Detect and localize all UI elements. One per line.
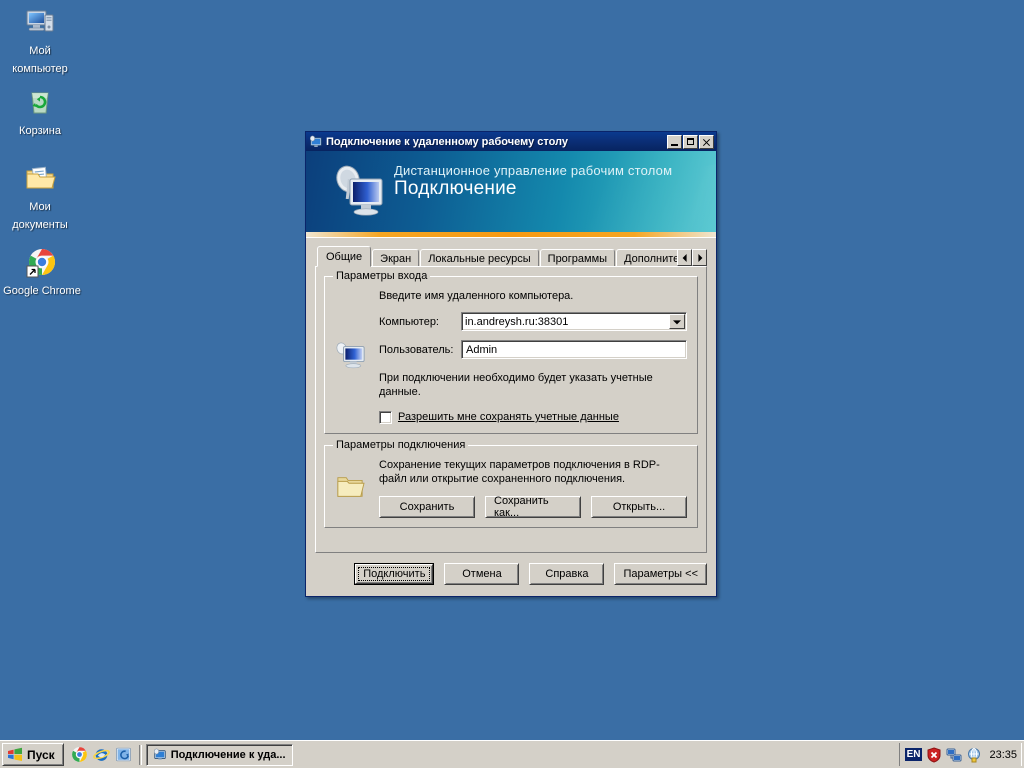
desktop-icon-recycle-bin[interactable]: Корзина (2, 86, 78, 139)
chevron-down-icon[interactable] (669, 314, 685, 329)
options-button[interactable]: Параметры << (614, 563, 707, 585)
tab-scroll-buttons[interactable] (677, 249, 707, 266)
tabstrip[interactable]: Общие Экран Локальные ресурсы Программы … (315, 245, 707, 268)
desktop-icon-google-chrome[interactable]: Google Chrome (2, 246, 82, 299)
desktop-icon-my-computer[interactable]: Мой компьютер (2, 6, 78, 77)
computer-icon (24, 6, 56, 38)
computer-field-row: Компьютер: in.andreysh.ru:38301 (379, 312, 687, 331)
save-button[interactable]: Сохранить (379, 496, 475, 518)
system-tray-app-icon[interactable] (966, 747, 982, 763)
windows-flag-icon (7, 747, 23, 762)
logon-instruction: Введите имя удаленного компьютера. (379, 290, 574, 302)
tab-general[interactable]: Общие (317, 246, 372, 267)
dialog-banner: Дистанционное управление рабочим столом … (306, 151, 716, 232)
computer-label: Компьютер: (379, 315, 439, 328)
remote-desktop-icon (153, 748, 167, 762)
language-indicator[interactable]: EN (904, 748, 923, 761)
help-button[interactable]: Справка (529, 563, 605, 585)
taskbar[interactable]: Пуск Подключение к уда... EN 23:35 (0, 740, 1024, 768)
minimize-icon[interactable] (667, 134, 682, 149)
desktop-icon-label: Корзина (19, 125, 61, 137)
connection-buttons: Сохранить Сохранить как... Открыть... (379, 495, 687, 519)
system-tray[interactable]: EN 23:35 (898, 743, 1022, 766)
logon-settings-group: Параметры входа Введите имя удаленного к… (324, 270, 698, 434)
scroll-right-arrow[interactable] (692, 249, 707, 266)
close-icon[interactable] (699, 134, 714, 149)
banner-subtitle: Дистанционное управление рабочим столом (394, 163, 673, 178)
connect-button[interactable]: Подключить (354, 563, 435, 585)
computer-input[interactable]: in.andreysh.ru:38301 (465, 316, 669, 328)
user-field-row: Пользователь: Admin (379, 340, 687, 359)
remote-desktop-connection-dialog[interactable]: Подключение к удаленному рабочему столу (305, 131, 717, 597)
dialog-footer: Подключить Отмена Справка Параметры << (306, 553, 716, 596)
network-connection-icon[interactable] (946, 747, 962, 763)
folder-icon (335, 476, 365, 505)
task-button-label: Подключение к уда... (170, 748, 286, 761)
quick-launch-chrome[interactable] (71, 746, 88, 763)
taskbar-separator (138, 744, 142, 765)
dialog-titlebar[interactable]: Подключение к удаленному рабочему столу (306, 132, 716, 151)
save-credentials-checkbox[interactable] (379, 410, 392, 424)
tab-panel-general: Параметры входа Введите имя удаленного к… (315, 266, 707, 553)
logon-settings-title: Параметры входа (333, 270, 431, 282)
quick-launch-bar[interactable] (64, 746, 137, 763)
scroll-left-arrow[interactable] (677, 249, 692, 266)
desktop-icon-label: Мой компьютер (12, 45, 68, 75)
desktop[interactable]: Мой компьютер Корзина Мои документы Goog… (0, 0, 1024, 740)
credentials-note: При подключении необходимо будет указать… (379, 372, 653, 398)
task-button-remote-desktop[interactable]: Подключение к уда... (145, 743, 293, 766)
desktop-icon-label: Google Chrome (3, 285, 81, 297)
desktop-icon-my-documents[interactable]: Мои документы (2, 162, 78, 233)
dialog-body: Общие Экран Локальные ресурсы Программы … (306, 238, 716, 553)
cancel-button[interactable]: Отмена (444, 563, 520, 585)
maximize-icon[interactable] (683, 134, 698, 149)
clock[interactable]: 23:35 (989, 749, 1017, 761)
start-button-label: Пуск (27, 747, 55, 762)
save-as-button[interactable]: Сохранить как... (485, 495, 581, 519)
user-label: Пользователь: (379, 343, 454, 356)
task-list[interactable]: Подключение к уда... (144, 743, 899, 766)
open-button[interactable]: Открыть... (591, 496, 687, 518)
quick-launch-show-desktop[interactable] (115, 746, 132, 763)
connection-settings-group: Параметры подключения Сохранение текущих… (324, 439, 698, 528)
save-credentials-checkbox-row[interactable]: Разрешить мне сохранять учетные данные (379, 410, 687, 424)
remote-desktop-icon (309, 135, 323, 149)
user-input[interactable]: Admin (461, 340, 687, 359)
quick-launch-internet-explorer[interactable] (92, 746, 110, 763)
connection-settings-title: Параметры подключения (333, 439, 469, 451)
save-credentials-label: Разрешить мне сохранять учетные данные (398, 411, 619, 423)
dialog-title: Подключение к удаленному рабочему столу (326, 135, 569, 148)
connection-description: Сохранение текущих параметров подключени… (379, 459, 660, 485)
chrome-icon (26, 246, 58, 278)
security-alert-icon[interactable] (926, 746, 942, 763)
banner-title: Подключение (394, 178, 517, 199)
start-button[interactable]: Пуск (2, 743, 64, 766)
recycle-bin-icon (24, 86, 56, 118)
documents-folder-icon (24, 162, 56, 194)
remote-desktop-monitor-icon (328, 159, 392, 223)
computer-monitor-icon (335, 342, 367, 374)
desktop-icon-label: Мои документы (12, 201, 68, 231)
computer-combobox[interactable]: in.andreysh.ru:38301 (461, 312, 687, 331)
